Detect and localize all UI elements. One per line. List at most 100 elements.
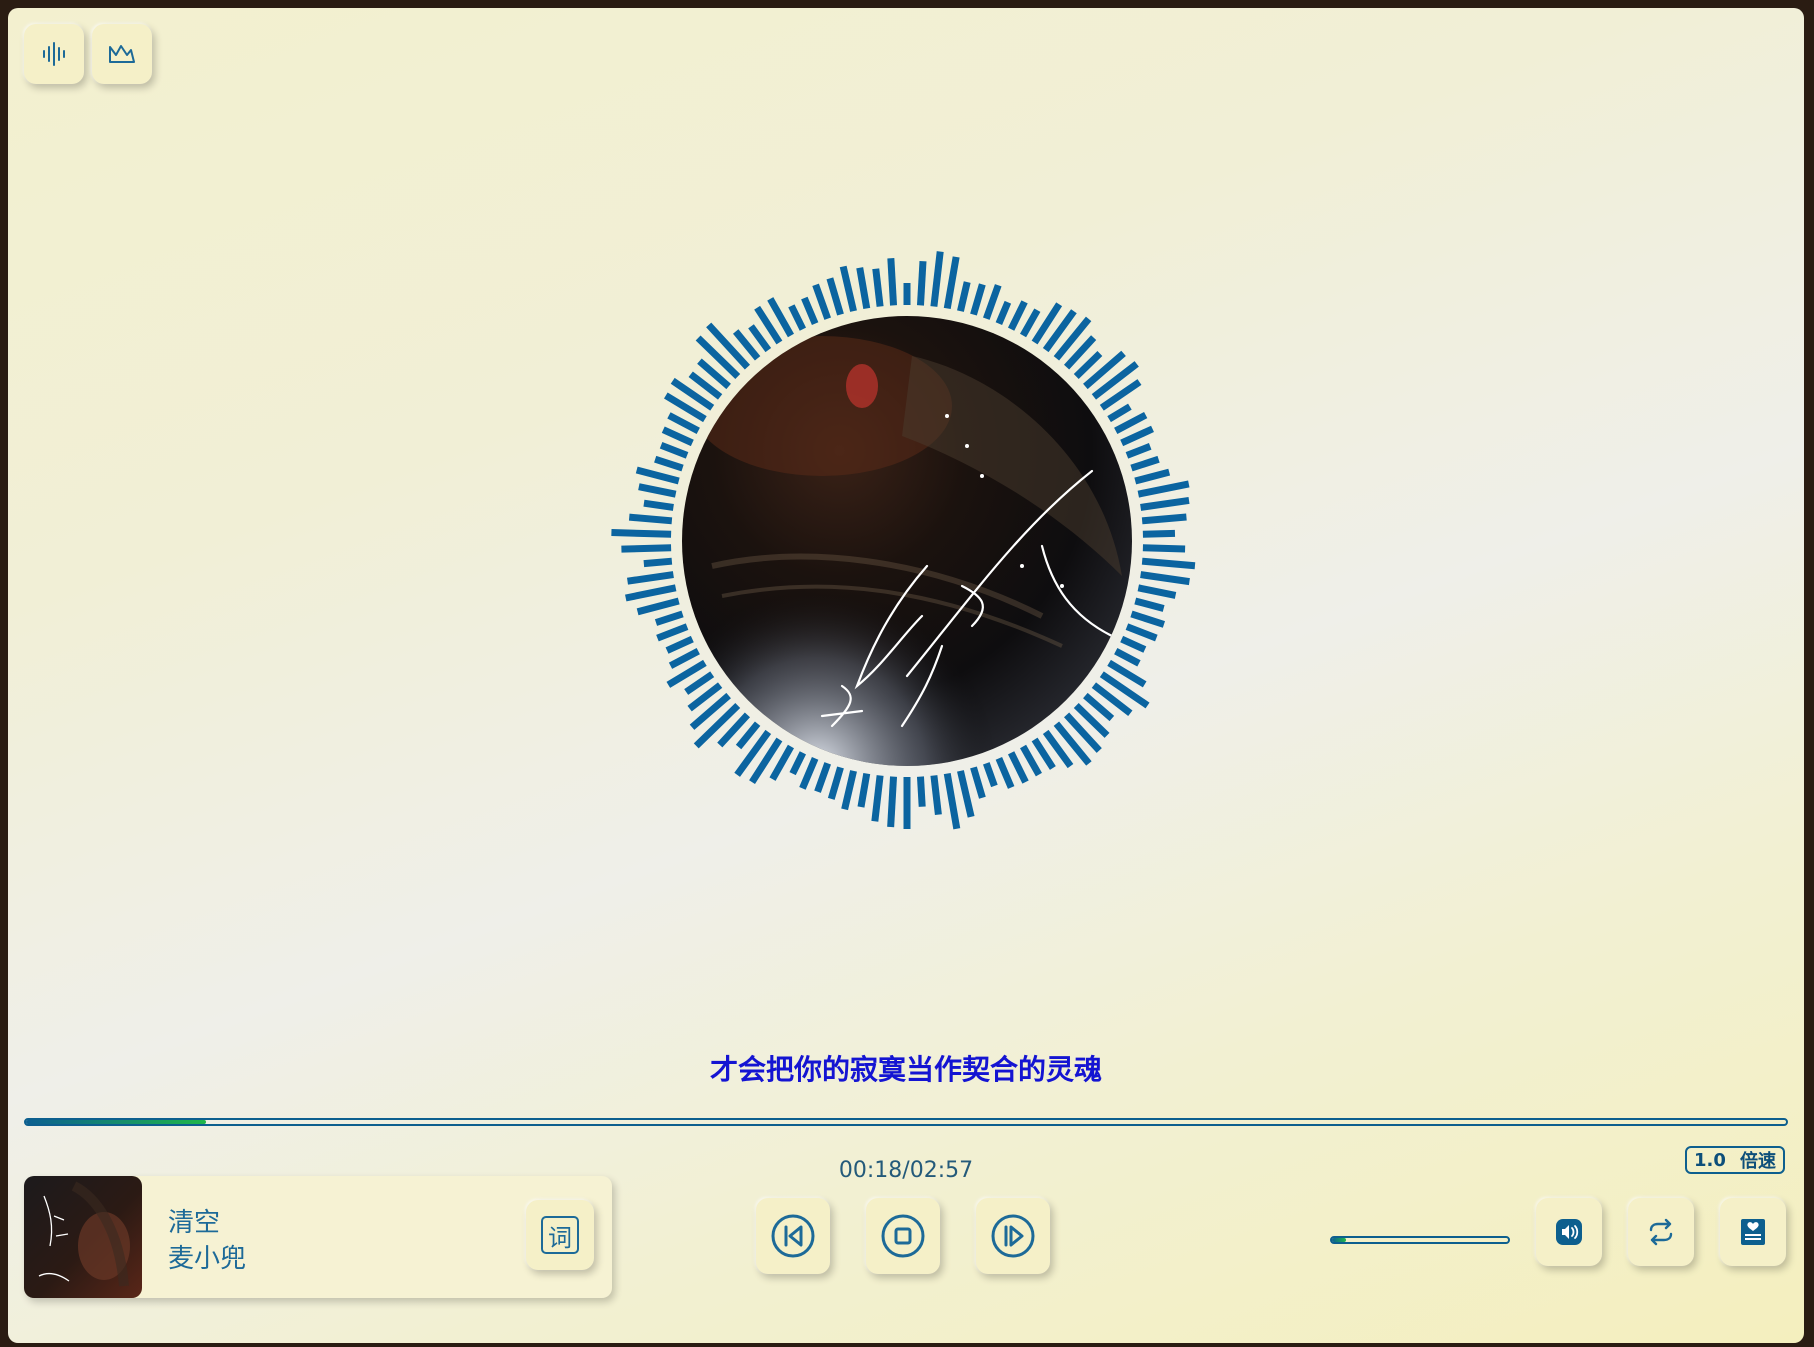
visualizer-bar <box>1020 744 1042 777</box>
visualizer-bar <box>872 268 884 307</box>
visualizer-bar <box>841 770 857 811</box>
visualizer-bar <box>856 267 871 310</box>
visualizer-bar <box>1140 496 1190 511</box>
visualizer-bar <box>1125 623 1158 642</box>
visualizer-bar <box>1114 411 1148 434</box>
visualizer-bar <box>628 513 673 525</box>
visualizer-bar <box>871 775 884 822</box>
next-track-button[interactable] <box>976 1198 1050 1274</box>
visualizer-bar <box>839 265 857 312</box>
visualizer-bar <box>916 261 927 306</box>
visualizer-bar <box>1130 455 1160 472</box>
visualizer-bar <box>1142 529 1176 538</box>
repeat-icon <box>1649 1218 1673 1246</box>
visualizer-bar <box>659 441 689 459</box>
visualizer-bar <box>995 300 1012 325</box>
visualizer-bar <box>695 335 741 380</box>
previous-track-button[interactable] <box>756 1198 830 1274</box>
visualizer-bar <box>789 751 807 776</box>
visualizer-bar <box>621 544 672 553</box>
visualizer-bar <box>1140 571 1190 586</box>
visualizer-bar <box>970 283 986 316</box>
lyrics-button[interactable]: 词 <box>526 1200 594 1270</box>
visualizer-bar <box>1120 635 1147 653</box>
song-title: 清空 <box>168 1208 221 1238</box>
visualizer-bar <box>1120 425 1154 447</box>
visualizer-bar <box>1107 403 1132 423</box>
visualizer-bar <box>887 258 898 306</box>
song-artist: 麦小兜 <box>168 1244 247 1274</box>
visualizer-bar <box>667 412 700 434</box>
visualizer-bar <box>983 762 998 788</box>
stop-button[interactable] <box>866 1198 940 1274</box>
volume-button[interactable] <box>1536 1198 1602 1266</box>
visualizer-bar <box>1141 513 1187 525</box>
playlist-button[interactable] <box>1720 1198 1786 1266</box>
visualizer-bar <box>668 648 700 669</box>
visualizer-bar <box>930 775 942 816</box>
visualizer-bar <box>1125 443 1152 459</box>
visualizer-bar <box>1020 308 1041 338</box>
repeat-button[interactable] <box>1628 1198 1694 1266</box>
visualizer-bar <box>799 757 819 790</box>
playback-speed-button[interactable]: 1.0 倍速 <box>1685 1146 1785 1174</box>
visualizer-bar <box>665 635 694 654</box>
speed-label: 倍速 <box>1739 1151 1776 1172</box>
volume-fill <box>1332 1238 1347 1242</box>
visualizer-bar <box>788 304 807 331</box>
visualizer-bar <box>826 277 844 316</box>
visualizer-bar <box>812 283 831 320</box>
progress-fill <box>26 1120 206 1124</box>
lyrics-button-label: 词 <box>541 1216 579 1254</box>
visualizer-bar <box>1134 597 1165 612</box>
visualizer-bar <box>748 324 772 353</box>
music-player-window: 才会把你的寂寞当作契合的灵魂 00:18/02:57 1.0 倍速 清空 麦小兜… <box>8 8 1804 1343</box>
volume-slider[interactable] <box>1330 1236 1510 1244</box>
visualizer-bar <box>635 466 680 485</box>
current-lyric-line: 才会把你的寂寞当作契合的灵魂 <box>709 1053 1102 1086</box>
visualizer-bar <box>1007 751 1029 784</box>
progress-bar[interactable] <box>24 1118 1788 1126</box>
visualizer-bar <box>1142 544 1186 553</box>
visualizer-bar <box>995 757 1015 789</box>
visualizer-bar <box>661 426 694 447</box>
visualizer-bar <box>983 284 1002 320</box>
visualizer-bar <box>625 584 677 602</box>
visualizer-bar <box>693 702 741 749</box>
visualizer-bar <box>1134 468 1171 485</box>
visualizer-bar <box>916 776 926 807</box>
visualizer-bar <box>654 455 684 472</box>
speaker-icon <box>1556 1219 1582 1245</box>
visualizer-bar <box>636 597 680 616</box>
visualizer-bar <box>970 766 986 799</box>
visualizer-bar <box>801 296 819 325</box>
visualizer-bar <box>1141 557 1196 570</box>
visualizer-bar <box>654 610 684 626</box>
visualizer-bar <box>626 571 674 585</box>
visualizer-bar <box>1007 300 1028 331</box>
previous-track-icon <box>771 1214 815 1258</box>
visualizer-bar <box>857 772 871 808</box>
visualizer-bar <box>735 721 761 750</box>
visualizer-bar <box>957 281 971 312</box>
visualizer-bar <box>827 766 844 800</box>
stop-icon <box>881 1214 925 1258</box>
visualizer-bar <box>1137 584 1177 599</box>
visualizer-bar <box>684 671 715 695</box>
visualizer-bar <box>814 762 831 793</box>
album-thumbnail[interactable] <box>24 1176 142 1298</box>
visualizer-bar <box>930 251 944 307</box>
visualizer-bar <box>957 770 975 818</box>
next-track-icon <box>991 1214 1035 1258</box>
now-playing-card: 清空 麦小兜 词 <box>24 1176 612 1298</box>
visualizer-bar <box>1137 480 1190 498</box>
visualizer-bar <box>638 483 677 498</box>
visualizer-bar <box>943 256 960 310</box>
playlist-heart-icon <box>1741 1219 1765 1245</box>
visualizer-bar <box>1114 648 1141 667</box>
visualizer-bar <box>706 322 751 370</box>
visualizer-bar <box>887 776 898 828</box>
visualizer-bar <box>1130 610 1166 628</box>
visualizer-bar <box>643 557 673 568</box>
visualizer-bar <box>943 772 961 830</box>
